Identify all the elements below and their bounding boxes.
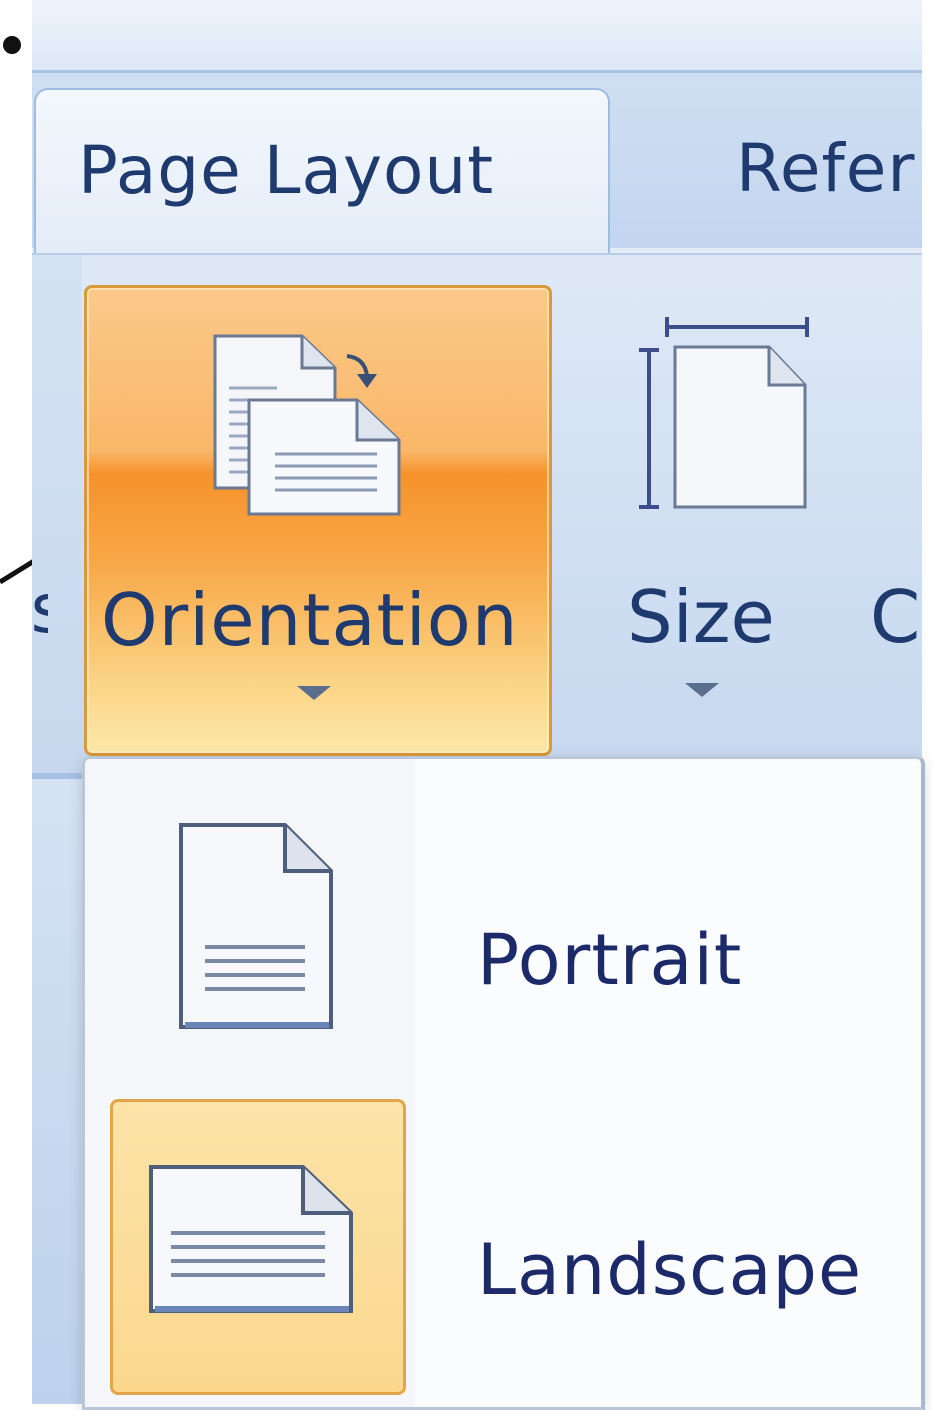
menu-item-portrait-label: Portrait <box>477 919 743 1001</box>
landscape-page-icon <box>149 1165 353 1313</box>
page-size-icon <box>639 317 809 509</box>
next-button-label: C <box>870 575 921 659</box>
ribbon-page-setup-group: s <box>32 253 922 775</box>
tab-references[interactable]: Refer <box>608 88 922 253</box>
previous-button-label: s <box>32 570 48 649</box>
menu-item-landscape-label: Landscape <box>477 1229 863 1311</box>
size-button[interactable]: Size <box>592 285 822 750</box>
portrait-page-icon <box>179 823 333 1029</box>
ribbon-previous-group <box>32 255 82 775</box>
tab-page-layout-label: Page Layout <box>78 132 495 209</box>
orientation-pages-icon <box>213 334 401 516</box>
orientation-button[interactable]: Orientation <box>84 285 552 756</box>
tab-page-layout[interactable]: Page Layout <box>34 88 610 255</box>
orientation-label: Orientation <box>101 578 519 662</box>
tab-references-label: Refer <box>736 130 916 207</box>
title-strip <box>32 0 922 73</box>
orientation-dropdown-menu: Portrait Landscape <box>82 756 925 1410</box>
chevron-down-icon <box>297 686 331 700</box>
size-label: Size <box>627 575 775 659</box>
menu-item-portrait[interactable]: Portrait <box>85 799 921 1099</box>
next-button-label-clip: C <box>870 575 922 665</box>
menu-item-landscape[interactable]: Landscape <box>85 1099 921 1399</box>
previous-button-label-clip: s <box>32 570 48 650</box>
chevron-down-icon <box>685 683 719 697</box>
document-left-pane <box>32 773 82 1404</box>
